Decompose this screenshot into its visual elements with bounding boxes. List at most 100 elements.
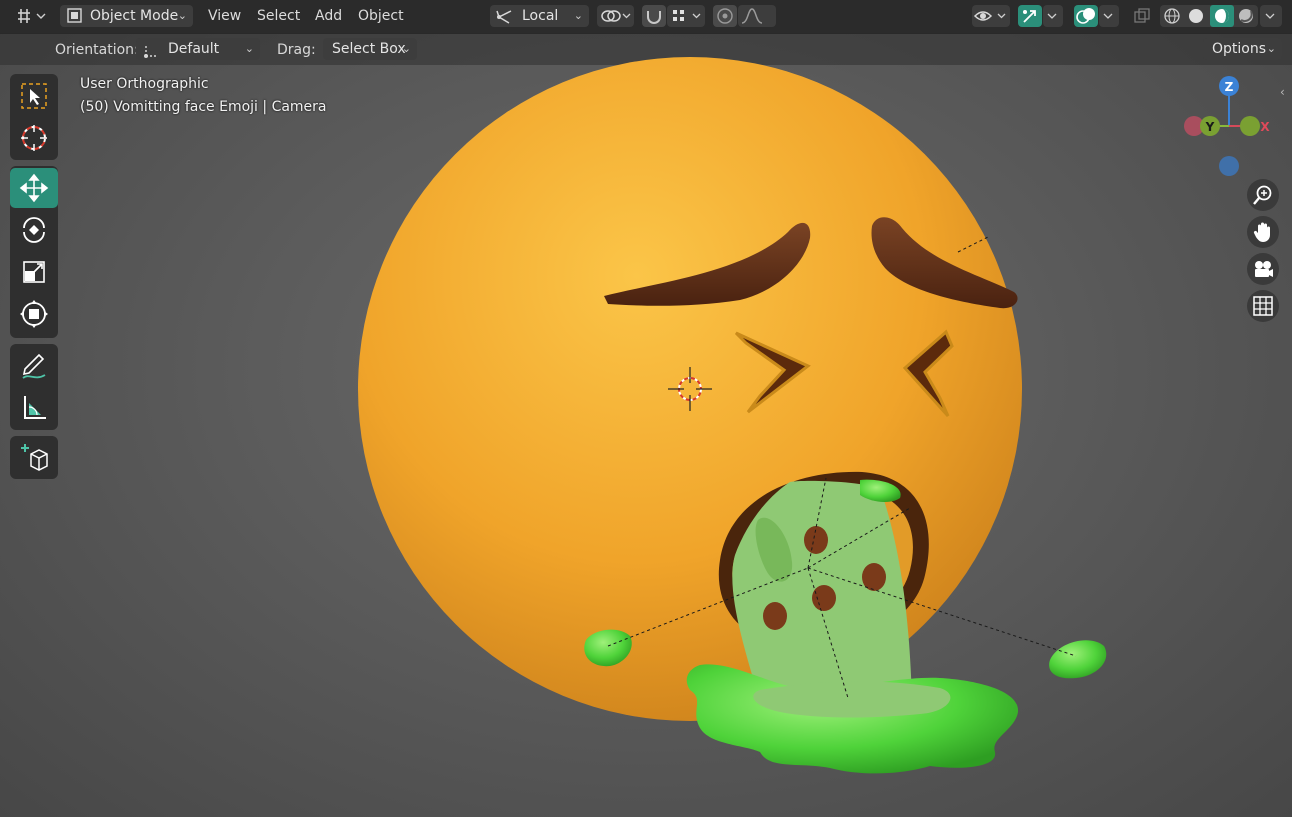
- tool-measure[interactable]: [10, 388, 58, 428]
- tool-scale[interactable]: [10, 252, 58, 292]
- chevron-down-icon: ⌄: [1266, 42, 1276, 55]
- orientation-label: Orientation:: [55, 42, 139, 58]
- annotate-icon: [22, 353, 46, 379]
- transform-orientation-label: Local: [522, 8, 559, 24]
- tool-move[interactable]: [10, 168, 58, 208]
- select-box-icon: [21, 83, 47, 109]
- gizmo-z-label: Z: [1225, 80, 1234, 94]
- shading-mode-group: [1160, 5, 1258, 27]
- left-eye: [734, 331, 811, 414]
- drag-label: Drag:: [277, 42, 316, 58]
- chevron-down-icon: [1103, 13, 1113, 19]
- orientation-value: Default: [168, 41, 220, 57]
- proportional-edit-icon: [717, 8, 733, 24]
- overlay-toggle[interactable]: [1074, 5, 1098, 27]
- mouth-inner: [732, 489, 913, 634]
- droplet-right: [1049, 640, 1107, 679]
- navigation-gizmo[interactable]: X Y Z: [1180, 74, 1280, 184]
- rendered-shading-icon: [1239, 9, 1253, 23]
- chevron-down-icon: ⌄: [573, 9, 583, 22]
- toolbar-add-group: [10, 436, 58, 479]
- overlay-icon: [1076, 8, 1095, 24]
- grid-perspective-icon: [1253, 296, 1273, 316]
- wireframe-shading-icon: [1164, 8, 1180, 24]
- cursor-icon: [21, 125, 47, 151]
- shading-dropdown[interactable]: [1260, 5, 1282, 27]
- toolbar-select-group: [10, 74, 58, 160]
- mode-dropdown[interactable]: Object Mode ⌄: [60, 5, 193, 27]
- chevron-down-icon: ⌄: [401, 42, 411, 55]
- tool-select-box[interactable]: [10, 76, 58, 116]
- camera-view-button[interactable]: [1247, 253, 1279, 285]
- vomit-stream: [732, 480, 912, 702]
- left-eyebrow: [604, 222, 811, 306]
- rotate-icon: [23, 217, 45, 243]
- chevron-down-icon: [1265, 13, 1275, 19]
- tool-annotate[interactable]: [10, 346, 58, 386]
- proportional-falloff-dropdown[interactable]: [738, 5, 776, 27]
- editor-type-button[interactable]: [10, 5, 50, 27]
- tool-rotate[interactable]: [10, 210, 58, 250]
- transform-icon: [20, 300, 48, 328]
- drag-value: Select Box: [332, 41, 406, 57]
- vomit-chunk: [804, 526, 828, 554]
- menu-add[interactable]: Add: [311, 5, 346, 27]
- tool-cursor[interactable]: [10, 118, 58, 158]
- measure-icon: [24, 396, 46, 419]
- add-cube-icon: [21, 444, 48, 471]
- chevron-down-icon: [1047, 13, 1057, 19]
- transform-orientation-dropdown[interactable]: Local ⌄: [490, 5, 589, 27]
- right-eyebrow: [871, 217, 1018, 309]
- orientation-local-icon: [496, 10, 512, 24]
- pan-button[interactable]: [1247, 216, 1279, 248]
- relationship-lines: [607, 235, 1077, 699]
- gizmo-toggle[interactable]: [1018, 5, 1042, 27]
- viewport-scene[interactable]: [0, 0, 1292, 817]
- options-dropdown[interactable]: Options ⌄: [1203, 38, 1282, 60]
- emoji-face-sphere: [358, 57, 1022, 721]
- drag-dropdown[interactable]: Select Box ⌄: [323, 38, 417, 60]
- options-label: Options: [1212, 41, 1267, 57]
- sidebar-toggle[interactable]: ‹: [1280, 84, 1292, 100]
- zoom-button[interactable]: [1247, 179, 1279, 211]
- gizmo-x-label: X: [1260, 120, 1270, 134]
- vomit-puddle: [686, 664, 1019, 774]
- menu-select[interactable]: Select: [253, 5, 304, 27]
- gizmo-neg-z: [1219, 156, 1239, 176]
- magnet-icon: [647, 11, 661, 24]
- xray-toggle[interactable]: [1130, 5, 1154, 27]
- vomit-chunk: [763, 602, 787, 630]
- object-mode-icon: [67, 8, 82, 23]
- right-eye: [902, 329, 954, 418]
- menu-view[interactable]: View: [204, 5, 245, 27]
- orientation-dropdown[interactable]: Default ⌄: [136, 38, 260, 60]
- editor-type-3d-viewport-icon: [18, 9, 46, 23]
- gizmo-dropdown[interactable]: [1043, 5, 1063, 27]
- xray-icon: [1134, 8, 1150, 23]
- eye-icon: [973, 11, 1006, 21]
- zoom-icon: [1253, 185, 1272, 205]
- tool-transform[interactable]: [10, 294, 58, 334]
- camera-view-icon: [1255, 261, 1273, 277]
- viewport-header: Object Mode ⌄ View Select Add Object Loc…: [0, 0, 1292, 34]
- toolbar-annotate-group: [10, 344, 58, 430]
- perspective-toggle-button[interactable]: [1247, 290, 1279, 322]
- snap-toggle[interactable]: [642, 5, 666, 27]
- menu-object[interactable]: Object: [354, 5, 408, 27]
- chevron-down-icon: ⌄: [177, 9, 187, 22]
- move-icon: [19, 173, 49, 203]
- overlay-dropdown[interactable]: [1099, 5, 1119, 27]
- scale-icon: [23, 261, 45, 283]
- gizmo-y-label: Y: [1205, 120, 1215, 134]
- droplet-left: [584, 629, 632, 667]
- solid-shading-icon: [1189, 9, 1203, 23]
- snap-target-dropdown[interactable]: [667, 5, 705, 27]
- pivot-point-button[interactable]: [597, 5, 634, 27]
- view-name: User Orthographic: [80, 76, 209, 92]
- proportional-edit-toggle[interactable]: [713, 5, 737, 27]
- tool-add-cube[interactable]: [10, 437, 58, 477]
- vomit-chunk: [812, 585, 836, 611]
- shading-modes: [1164, 5, 1253, 27]
- pan-hand-icon: [1253, 222, 1270, 242]
- visibility-dropdown[interactable]: [972, 5, 1010, 27]
